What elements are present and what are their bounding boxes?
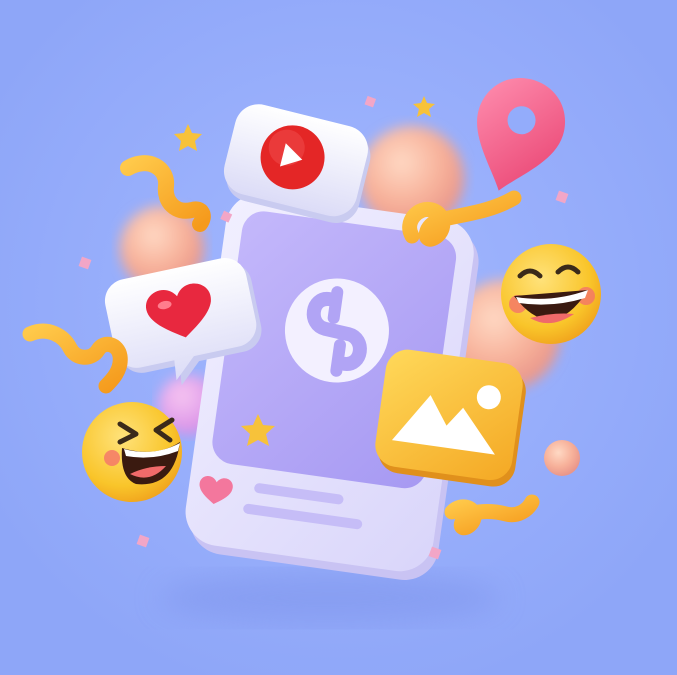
laughing-emoji-icon	[82, 402, 182, 502]
image-picture-icon	[375, 349, 526, 487]
ball	[544, 440, 580, 476]
social-media-illustration	[0, 0, 677, 675]
illustration-canvas	[0, 0, 677, 675]
floor-shadow	[160, 572, 500, 624]
grinning-emoji-icon	[501, 244, 601, 344]
